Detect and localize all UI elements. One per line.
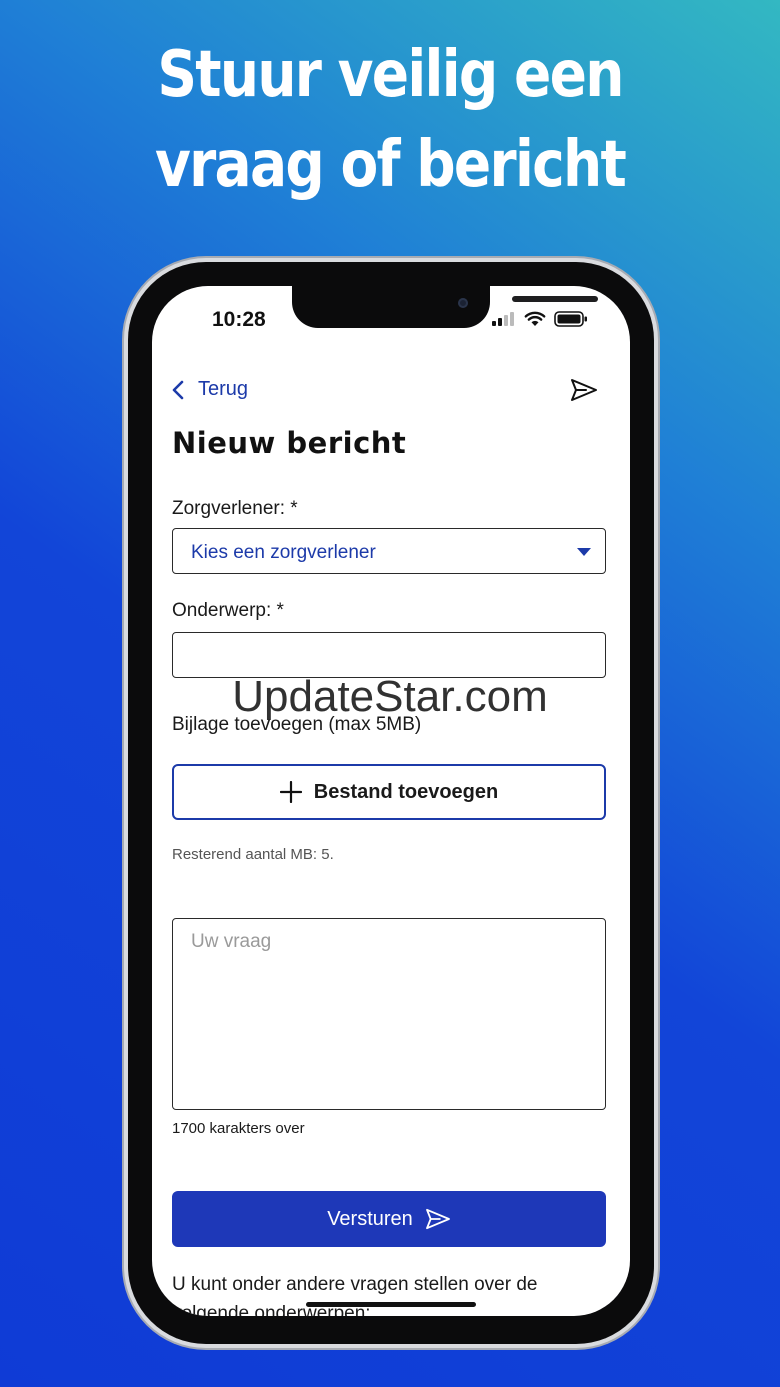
send-icon xyxy=(571,379,597,401)
battery-icon xyxy=(554,311,587,327)
headline-line-2: vraag of bericht xyxy=(154,128,627,202)
caret-down-icon xyxy=(577,548,591,556)
phone-frame: 10:28 Terug Nieuw bericht Zorgverlener: … xyxy=(128,262,654,1344)
attachment-label: Bijlage toevoegen (max 5MB) xyxy=(172,714,422,735)
page-title: Nieuw bericht xyxy=(172,426,407,460)
subject-input[interactable] xyxy=(172,632,606,678)
remaining-mb-text: Resterend aantal MB: 5. xyxy=(172,846,334,863)
footer-text: U kunt onder andere vragen stellen over … xyxy=(172,1274,538,1316)
provider-select[interactable]: Kies een zorgverlener xyxy=(172,528,606,574)
phone-screen: 10:28 Terug Nieuw bericht Zorgverlener: … xyxy=(152,286,630,1316)
submit-button-label: Versturen xyxy=(327,1207,413,1230)
headline-line-1: Stuur veilig een xyxy=(157,38,624,112)
camera xyxy=(458,298,468,308)
speaker xyxy=(512,296,598,302)
back-button[interactable]: Terug xyxy=(172,378,248,401)
plus-icon xyxy=(279,781,302,803)
notch xyxy=(292,286,598,328)
wifi-icon xyxy=(524,311,546,326)
chevron-left-icon xyxy=(172,380,184,399)
question-placeholder: Uw vraag xyxy=(191,931,272,952)
phone-power-button xyxy=(654,582,660,712)
send-button-header[interactable] xyxy=(570,378,598,407)
add-file-button[interactable]: Bestand toevoegen xyxy=(172,764,606,820)
home-indicator xyxy=(306,1302,476,1307)
subject-label: Onderwerp: * xyxy=(172,600,284,621)
add-file-button-label: Bestand toevoegen xyxy=(313,780,499,803)
status-icons xyxy=(492,311,588,327)
send-icon xyxy=(425,1208,450,1230)
back-button-label: Terug xyxy=(198,378,249,400)
chars-remaining-text: 1700 karakters over xyxy=(172,1120,305,1137)
question-textarea[interactable]: Uw vraag xyxy=(172,918,606,1110)
provider-select-value: Kies een zorgverlener xyxy=(191,542,376,563)
submit-button[interactable]: Versturen xyxy=(172,1191,606,1247)
provider-label: Zorgverlener: * xyxy=(172,498,298,519)
signal-icon xyxy=(492,312,514,326)
status-time: 10:28 xyxy=(212,308,266,331)
headline: Stuur veilig een vraag of bericht xyxy=(0,30,780,210)
